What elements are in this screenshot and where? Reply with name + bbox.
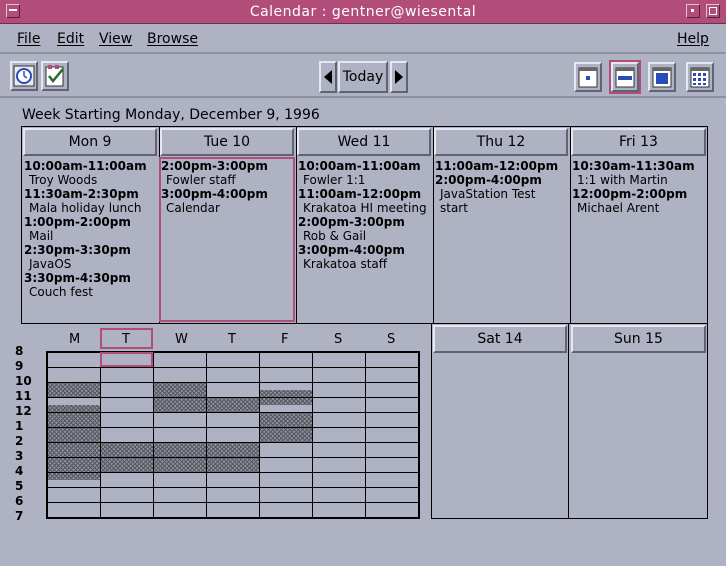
week-starting-label: Week Starting Monday, December 9, 1996	[22, 107, 320, 123]
appointment-time[interactable]: 12:00pm-2:00pm	[572, 187, 705, 201]
menu-edit[interactable]: Edit	[57, 31, 84, 47]
day-view-button[interactable]	[574, 62, 602, 92]
mini-hour-label: 4	[15, 464, 24, 478]
appointment-title[interactable]: Couch fest	[24, 285, 156, 299]
title-bar: Calendar : gentner@wiesental	[0, 0, 726, 24]
selected-day-highlight	[159, 157, 295, 322]
next-week-button[interactable]	[390, 61, 408, 93]
appointment-time[interactable]: 2:00pm-3:00pm	[298, 215, 430, 229]
appointment-time[interactable]: 2:00pm-4:00pm	[435, 173, 567, 187]
mini-hour-label: 9	[15, 359, 24, 373]
menu-browse[interactable]: Browse	[147, 31, 198, 47]
maximize-button[interactable]	[706, 4, 720, 18]
mini-grid-frame	[46, 351, 420, 519]
today-button[interactable]: Today	[338, 61, 388, 93]
window-title: Calendar : gentner@wiesental	[249, 4, 477, 20]
mini-selected-day-box	[100, 328, 153, 349]
appointment-title[interactable]: Mail	[24, 229, 156, 243]
clock-icon	[13, 65, 35, 87]
todo-check-icon	[45, 65, 64, 87]
mini-day-letter[interactable]: M	[69, 332, 80, 347]
appointment-title[interactable]: Fowler 1:1	[298, 173, 430, 187]
mini-hour-label: 8	[15, 344, 24, 358]
mini-hour-label: 6	[15, 494, 24, 508]
year-view-icon	[690, 67, 710, 88]
week-view-button[interactable]	[609, 60, 641, 94]
appointment-time[interactable]: 10:00am-11:00am	[24, 159, 156, 173]
todo-editor-button[interactable]	[41, 61, 69, 91]
appointment-title[interactable]: Krakatoa HI meeting	[298, 201, 430, 215]
day-header-wed[interactable]: Wed 11	[297, 128, 431, 156]
appointment-time[interactable]: 11:00am-12:00pm	[298, 187, 430, 201]
day-column-fri[interactable]	[570, 127, 707, 323]
appointment-time[interactable]: 10:30am-11:30am	[572, 159, 705, 173]
mini-hour-label: 1	[15, 419, 24, 433]
day-header-tue[interactable]: Tue 10	[160, 128, 294, 156]
mini-day-letter[interactable]: S	[387, 332, 395, 347]
mini-hour-label: 11	[15, 389, 32, 403]
day-view-icon	[578, 67, 598, 88]
month-view-icon	[652, 67, 672, 88]
appointment-list: 10:00am-11:00am Fowler 1:1 11:00am-12:00pm…	[298, 159, 430, 271]
appointment-title[interactable]: Michael Arent	[572, 201, 705, 215]
day-header-sun[interactable]: Sun 15	[571, 325, 706, 353]
day-header-fri[interactable]: Fri 13	[571, 128, 706, 156]
weekend-divider	[568, 323, 569, 519]
mini-hour-label: 5	[15, 479, 24, 493]
appointment-editor-button[interactable]	[10, 61, 38, 91]
day-column-thu[interactable]	[433, 127, 569, 323]
appointment-time[interactable]: 1:00pm-2:00pm	[24, 215, 156, 229]
mini-hour-label: 10	[15, 374, 32, 388]
year-view-button[interactable]	[686, 62, 714, 92]
appointment-time[interactable]: 2:30pm-3:30pm	[24, 243, 156, 257]
appointment-time[interactable]: 3:30pm-4:30pm	[24, 271, 156, 285]
week-view-icon	[615, 67, 635, 88]
appointment-time[interactable]: 3:00pm-4:00pm	[298, 243, 430, 257]
minimize-button[interactable]	[686, 4, 700, 18]
mini-hour-label: 7	[15, 509, 24, 523]
menu-help[interactable]: Help	[677, 31, 709, 47]
appointment-title[interactable]: Rob & Gail	[298, 229, 430, 243]
appointment-list: 10:00am-11:00am Troy Woods 11:30am-2:30pm M…	[24, 159, 156, 299]
right-arrow-icon	[395, 70, 403, 84]
appointment-title[interactable]: 1:1 with Martin	[572, 173, 705, 187]
mini-hour-label: 3	[15, 449, 24, 463]
mini-day-letter[interactable]: F	[281, 332, 288, 347]
menu-file[interactable]: File	[17, 31, 40, 47]
mini-hour-label: 2	[15, 434, 24, 448]
appointment-list: 11:00am-12:00pm 2:00pm-4:00pm JavaStation …	[435, 159, 567, 215]
day-header-thu[interactable]: Thu 12	[434, 128, 568, 156]
menu-view[interactable]: View	[99, 31, 132, 47]
month-view-button[interactable]	[648, 62, 676, 92]
appointment-time[interactable]: 10:00am-11:00am	[298, 159, 430, 173]
menu-bar: File Edit View Browse Help	[0, 24, 726, 54]
mini-hour-label: 12	[15, 404, 32, 418]
day-header-sat[interactable]: Sat 14	[433, 325, 567, 353]
appointment-list: 10:30am-11:30am 1:1 with Martin 12:00pm-2:…	[572, 159, 705, 215]
appointment-time[interactable]: 11:00am-12:00pm	[435, 159, 567, 173]
appointment-title[interactable]: Mala holiday lunch	[24, 201, 156, 215]
appointment-title[interactable]: Krakatoa staff	[298, 257, 430, 271]
appointment-title[interactable]: JavaStation Test start	[435, 187, 567, 215]
mini-day-letter[interactable]: S	[334, 332, 342, 347]
appointment-time[interactable]: 11:30am-2:30pm	[24, 187, 156, 201]
left-arrow-icon	[324, 70, 332, 84]
mini-day-letter[interactable]: W	[175, 332, 188, 347]
appointment-title[interactable]: JavaOS	[24, 257, 156, 271]
mini-selected-cell	[100, 352, 153, 367]
mini-day-letter[interactable]: T	[228, 332, 236, 347]
previous-week-button[interactable]	[319, 61, 337, 93]
day-header-mon[interactable]: Mon 9	[23, 128, 157, 156]
appointment-title[interactable]: Troy Woods	[24, 173, 156, 187]
